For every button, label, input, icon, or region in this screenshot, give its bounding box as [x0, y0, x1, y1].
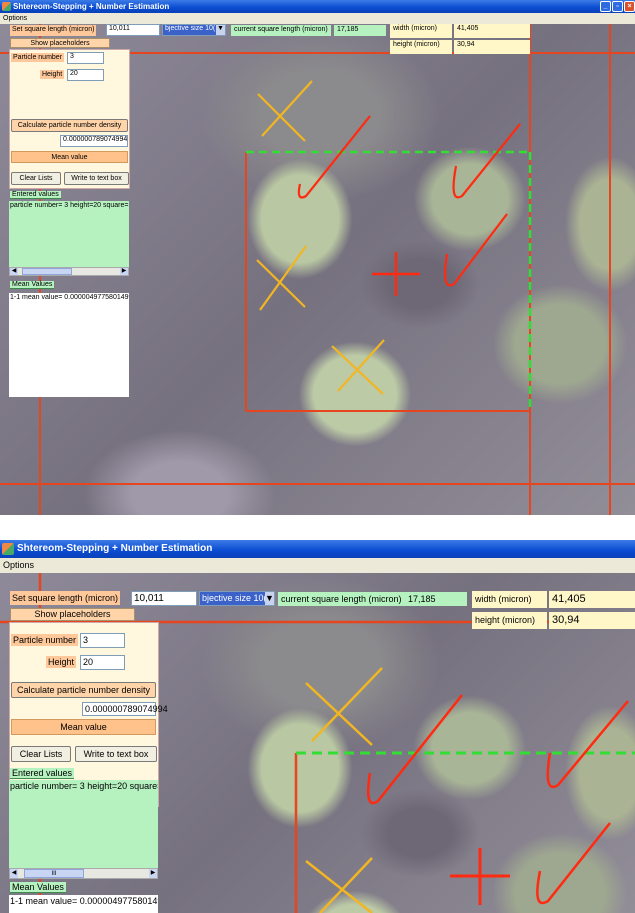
show-placeholders-button[interactable]: Show placeholders: [10, 38, 110, 48]
x-marker: [256, 245, 307, 311]
clear-lists-button[interactable]: Clear Lists: [11, 172, 61, 185]
density-result-field[interactable]: 0.000000789074994: [82, 702, 168, 716]
app-icon: [2, 543, 14, 555]
title-bar: Shtereom-Stepping + Number Estimation: [0, 540, 635, 558]
current-square-value: 17,185: [405, 592, 467, 606]
height-label: height (micron): [390, 40, 452, 54]
objective-size-select[interactable]: bjective size 10( ▼: [162, 24, 226, 36]
scroll-left-icon[interactable]: ◀: [10, 268, 18, 275]
minimize-icon[interactable]: _: [600, 1, 611, 12]
particle-number-label: Particle number: [11, 53, 65, 62]
mean-values-label: Mean Values: [10, 882, 66, 893]
height-input-label: Height: [40, 70, 65, 79]
height-input-label: Height: [46, 656, 77, 668]
entered-values-list[interactable]: particle number= 3 height=20 square=: [9, 780, 158, 877]
objective-size-value: bjective size 10(: [202, 593, 267, 603]
x-marker: [257, 80, 313, 142]
write-text-button[interactable]: Write to text box: [64, 172, 129, 185]
window-title: Shtereom-Stepping + Number Estimation: [13, 2, 170, 11]
window-title: Shtereom-Stepping + Number Estimation: [17, 543, 213, 554]
width-value: 41,405: [454, 24, 530, 38]
maximize-icon[interactable]: ▫: [612, 1, 623, 12]
check-mark: [452, 123, 521, 199]
height-value: 30,94: [454, 40, 530, 54]
menu-bar: Options: [0, 13, 635, 24]
density-result-field[interactable]: 0.000000789074994: [60, 135, 128, 147]
mean-value-button[interactable]: Mean value: [11, 151, 128, 163]
x-markers: [305, 667, 383, 913]
menu-options[interactable]: Options: [3, 560, 34, 570]
check-mark: [367, 694, 463, 805]
mean-values-list[interactable]: 1-1 mean value= 0.0000049775801499: [9, 293, 129, 397]
screenshot-top: Shtereom-Stepping + Number Estimation _ …: [0, 0, 635, 515]
plus-marker: [372, 252, 420, 296]
scroll-thumb[interactable]: III: [24, 869, 84, 878]
show-placeholders-button[interactable]: Show placeholders: [10, 608, 135, 621]
mean-values-list[interactable]: 1-1 mean value= 0.0000049775801499: [9, 895, 158, 913]
window-buttons: _ ▫ ×: [600, 1, 635, 12]
check-mark: [297, 115, 371, 199]
entered-values-label: Entered values: [10, 768, 75, 779]
set-square-label: Set square length (micron): [10, 591, 121, 605]
square-length-input[interactable]: 10,011: [106, 24, 160, 36]
entered-values-scrollbar[interactable]: ◀ III ▶: [9, 868, 158, 879]
entered-values-text: particle number= 3 height=20 square=: [10, 202, 129, 209]
check-marks: [297, 115, 521, 287]
chevron-down-icon[interactable]: ▼: [265, 592, 274, 605]
scroll-right-icon[interactable]: ▶: [149, 869, 157, 878]
screenshot-bottom: Shtereom-Stepping + Number Estimation Op…: [0, 540, 635, 913]
scroll-thumb[interactable]: [22, 268, 72, 275]
current-square-value: 17,185: [334, 25, 386, 36]
particle-number-input[interactable]: 3: [80, 633, 125, 648]
particle-number-label: Particle number: [11, 634, 79, 646]
width-label: width (micron): [390, 24, 452, 38]
entered-values-text: particle number= 3 height=20 square=: [10, 781, 158, 791]
x-marker: [305, 667, 383, 746]
height-input[interactable]: 20: [67, 69, 104, 81]
x-marker: [305, 857, 373, 913]
entered-values-list[interactable]: particle number= 3 height=20 square=: [9, 201, 129, 276]
square-length-input[interactable]: 10,011: [131, 591, 197, 606]
scroll-left-icon[interactable]: ◀: [10, 869, 18, 878]
close-icon[interactable]: ×: [624, 1, 635, 12]
mean-value-button[interactable]: Mean value: [11, 719, 156, 735]
objective-size-select[interactable]: bjective size 10( ▼: [199, 591, 275, 606]
x-markers: [256, 80, 385, 395]
clear-lists-button[interactable]: Clear Lists: [11, 746, 71, 762]
particle-number-input[interactable]: 3: [67, 52, 104, 64]
calculate-density-button[interactable]: Calculate particle number density: [11, 119, 128, 132]
height-label: height (micron): [472, 612, 547, 629]
check-mark: [546, 700, 629, 788]
mean-values-text: 1-1 mean value= 0.0000049775801499: [10, 896, 158, 906]
current-square-label: current square length (micron): [278, 592, 405, 606]
scroll-right-icon[interactable]: ▶: [120, 268, 128, 275]
check-marks: [367, 694, 629, 905]
calculate-density-button[interactable]: Calculate particle number density: [11, 682, 156, 698]
menu-options[interactable]: Options: [3, 15, 27, 22]
objective-size-value: bjective size 10(: [165, 25, 216, 32]
chevron-down-icon[interactable]: ▼: [216, 25, 225, 35]
check-mark: [536, 822, 611, 905]
dashed-frame: [246, 150, 532, 411]
app-icon: [2, 2, 11, 11]
write-text-button[interactable]: Write to text box: [75, 746, 157, 762]
menu-bar: Options: [0, 558, 635, 573]
plus-marker: [450, 848, 510, 905]
mean-values-label: Mean Values: [10, 281, 55, 289]
mean-values-text: 1-1 mean value= 0.0000049775801499: [10, 294, 129, 301]
x-marker: [331, 339, 385, 395]
width-value: 41,405: [549, 591, 635, 608]
title-bar: Shtereom-Stepping + Number Estimation _ …: [0, 0, 635, 13]
width-label: width (micron): [472, 591, 547, 608]
set-square-label: Set square length (micron): [10, 25, 97, 36]
entered-values-scrollbar[interactable]: ◀ ▶: [9, 267, 129, 276]
entered-values-label: Entered values: [10, 191, 61, 199]
height-input[interactable]: 20: [80, 655, 125, 670]
height-value: 30,94: [549, 612, 635, 629]
check-mark: [444, 213, 508, 287]
current-square-label: current square length (micron): [231, 25, 331, 36]
